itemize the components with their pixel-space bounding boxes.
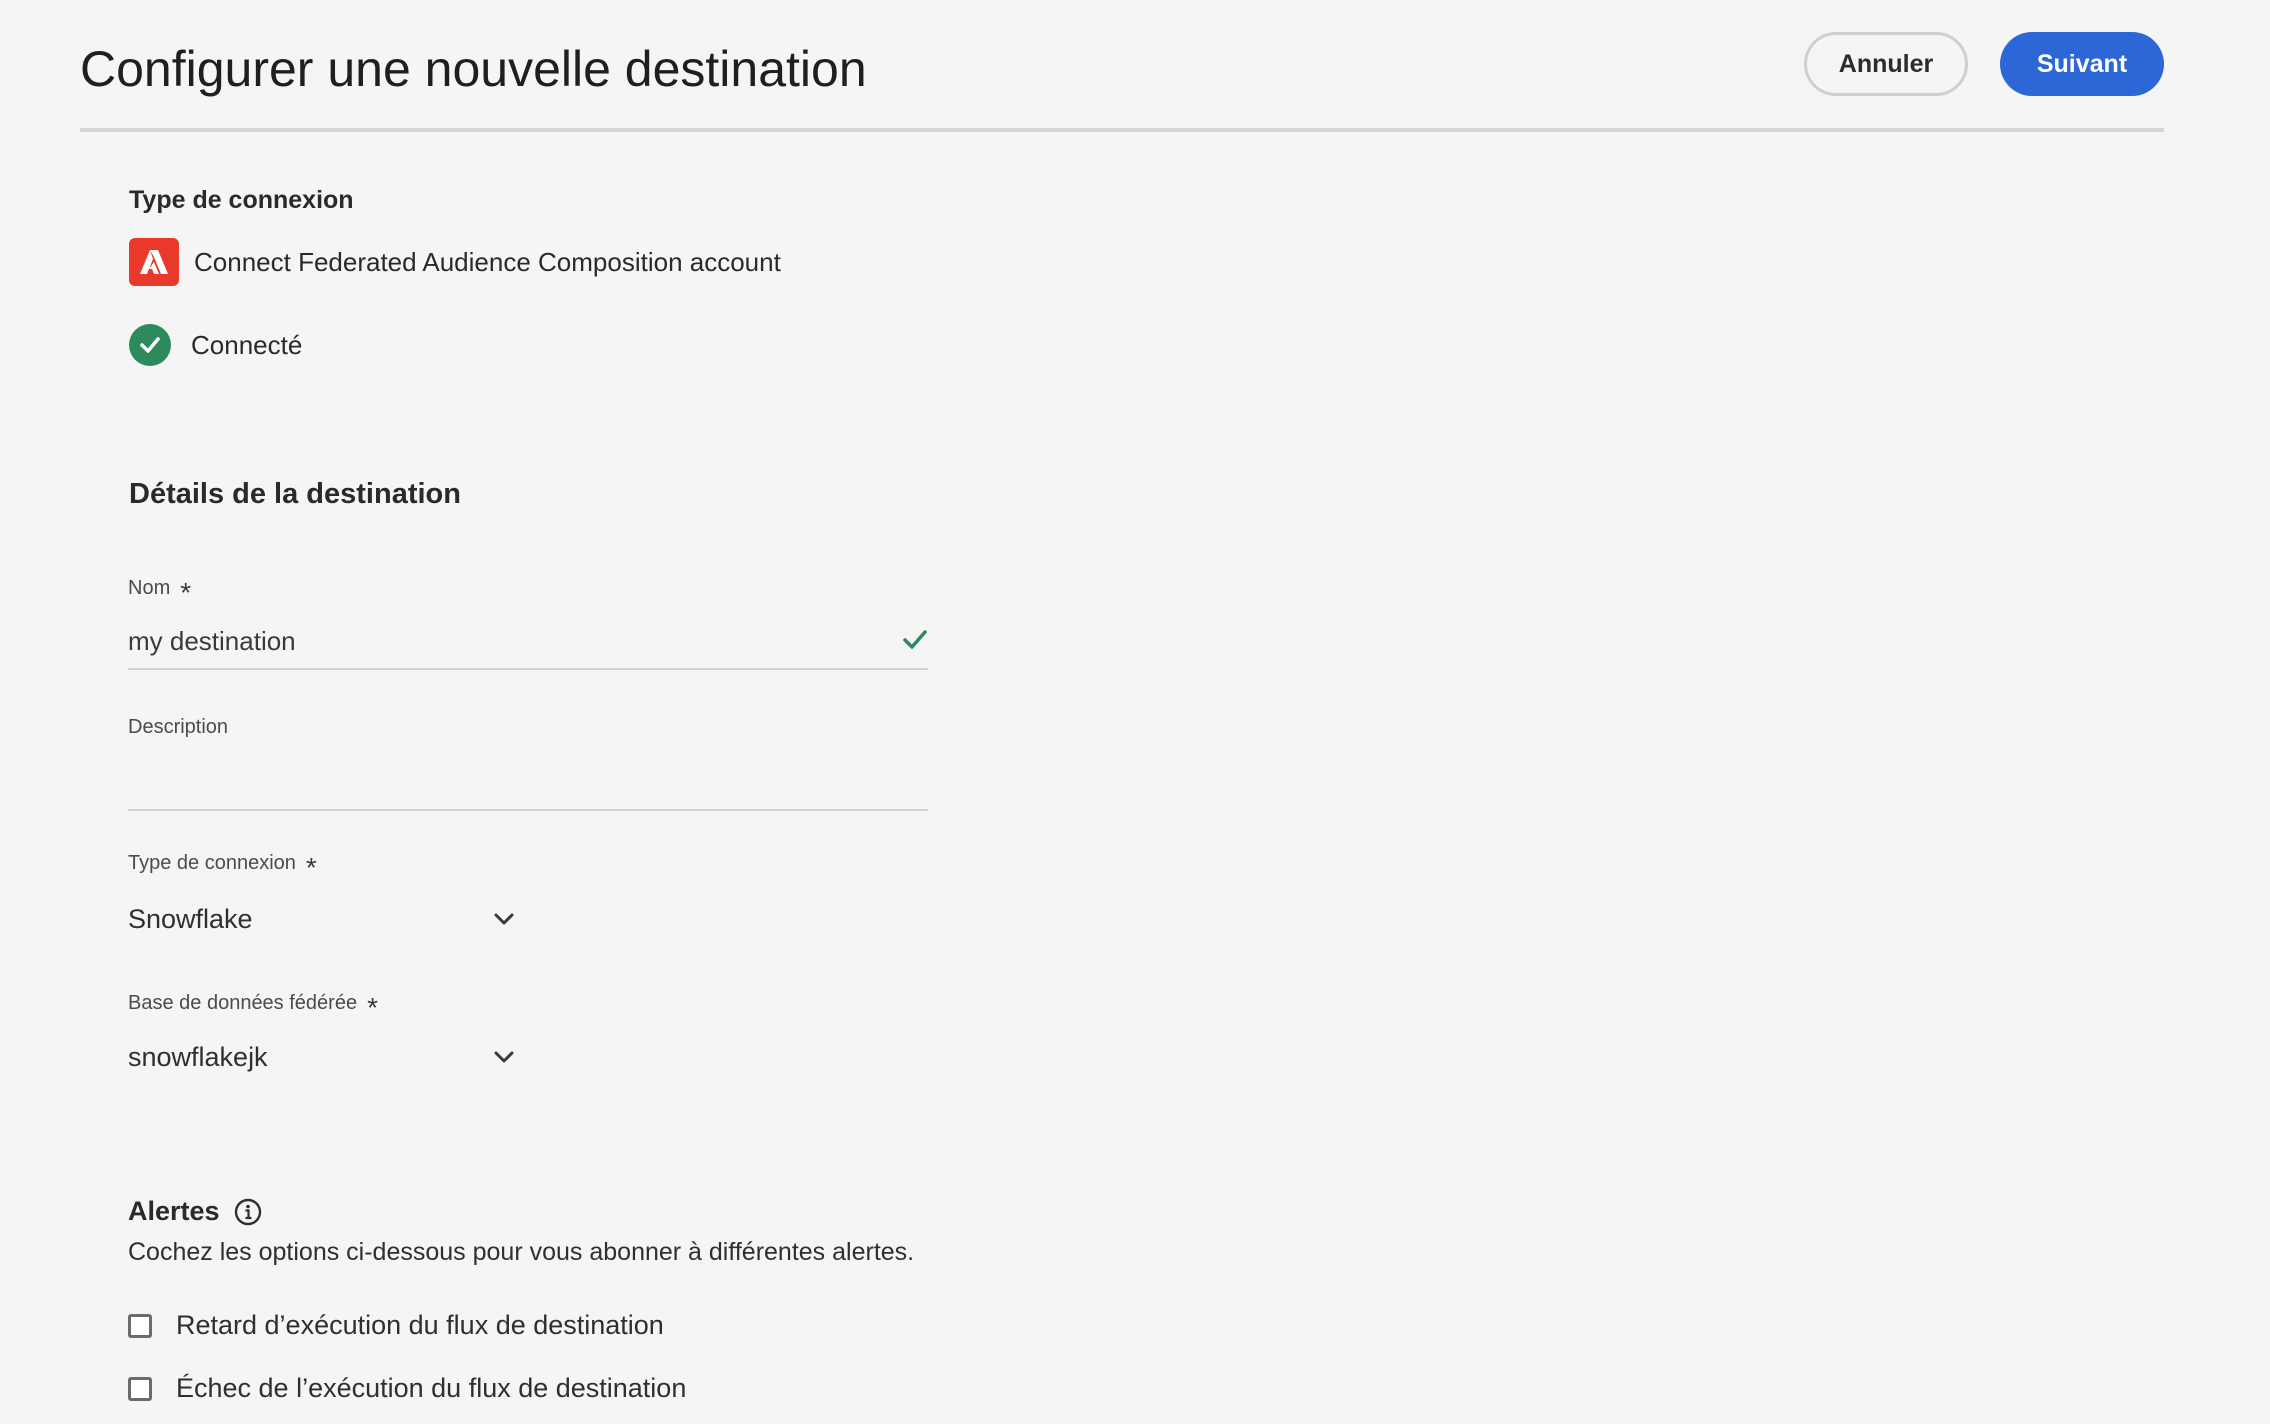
page-title: Configurer une nouvelle destination	[80, 41, 867, 97]
alerts-title: Alertes	[128, 1196, 220, 1226]
alert-option-delay[interactable]: Retard d’exécution du flux de destinatio…	[128, 1310, 664, 1341]
chevron-down-icon	[494, 1051, 514, 1063]
connection-type-dropdown[interactable]: Snowflake	[128, 893, 516, 945]
connection-status: Connecté	[129, 324, 302, 366]
alerts-header: Alertes	[128, 1196, 262, 1227]
next-button[interactable]: Suivant	[2000, 32, 2164, 96]
name-input[interactable]	[128, 614, 928, 670]
connection-type-field-label: Type de connexion *	[128, 851, 317, 883]
alert-option-label: Échec de l’exécution du flux de destinat…	[176, 1373, 687, 1403]
checkbox[interactable]	[128, 1313, 152, 1338]
description-input[interactable]	[128, 755, 928, 811]
federated-db-dropdown[interactable]: snowflakejk	[128, 1031, 516, 1083]
connection-account-row: Connect Federated Audience Composition a…	[129, 238, 781, 286]
header-divider	[80, 128, 2164, 132]
required-marker: *	[367, 991, 378, 1023]
adobe-logo-icon	[129, 238, 179, 286]
connection-type-value: Snowflake	[128, 903, 253, 934]
connection-status-label: Connecté	[191, 329, 303, 360]
federated-db-value: snowflakejk	[128, 1041, 268, 1072]
federated-db-label-text: Base de données fédérée	[128, 992, 358, 1014]
required-marker: *	[305, 851, 317, 883]
connection-type-field-label-text: Type de connexion	[128, 852, 296, 874]
checkbox[interactable]	[128, 1376, 152, 1401]
check-circle-icon	[129, 324, 171, 366]
alert-option-label: Retard d’exécution du flux de destinatio…	[176, 1310, 664, 1340]
federated-db-label: Base de données fédérée *	[128, 991, 378, 1023]
valid-check-icon	[903, 630, 927, 649]
connection-type-label: Type de connexion	[129, 186, 354, 214]
cancel-button[interactable]: Annuler	[1804, 32, 1968, 96]
name-label-text: Nom	[128, 577, 171, 599]
description-label-text: Description	[128, 716, 229, 738]
destination-details-heading: Détails de la destination	[129, 478, 461, 510]
alerts-description: Cochez les options ci-dessous pour vous …	[128, 1238, 915, 1266]
description-label: Description	[128, 716, 228, 739]
info-icon[interactable]	[234, 1198, 262, 1226]
name-label: Nom *	[128, 576, 192, 608]
required-marker: *	[180, 576, 192, 608]
chevron-down-icon	[494, 913, 514, 925]
alert-option-failure[interactable]: Échec de l’exécution du flux de destinat…	[128, 1373, 686, 1404]
connection-account-label: Connect Federated Audience Composition a…	[194, 246, 781, 277]
